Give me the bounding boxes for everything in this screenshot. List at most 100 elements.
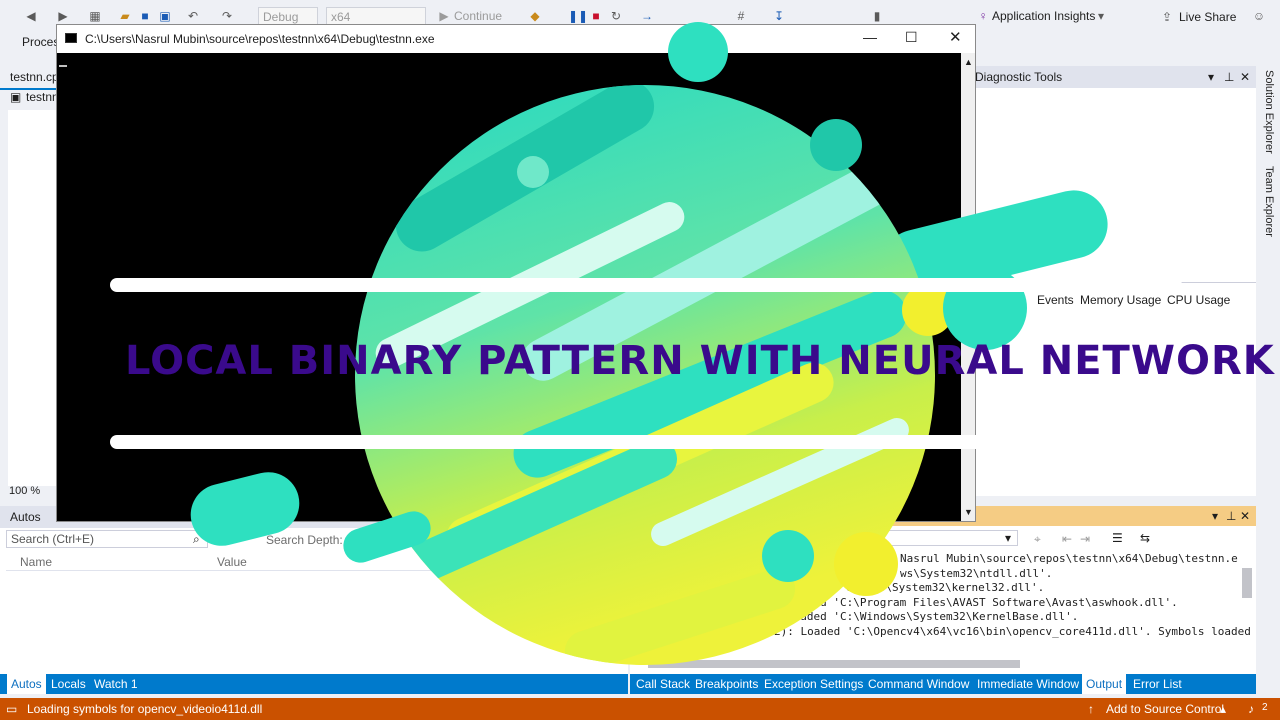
output-line: Nasrul Mubin\source\repos\testnn\x64\Deb… [900,552,1238,565]
output-panel: ▾ ⊥ ✕ ▾ ⌖ ⇤ ⇥ ☰ ⇆ Nasrul Mubin\source\re… [630,506,1256,674]
save-all-icon[interactable]: ▣ [158,9,172,23]
solution-explorer-tab[interactable]: Solution Explorer [1263,70,1275,154]
up-arrow-icon: ↑ [1088,702,1094,716]
console-output-area[interactable] [57,53,961,521]
maximize-icon[interactable]: ☐ [905,29,918,46]
tab-command-window[interactable]: Command Window [864,674,973,694]
app-insights-icon: ♀ [978,9,988,23]
search-placeholder: Search (Ctrl+E) [11,532,95,546]
autos-panel: Autos Search (Ctrl+E) ⌕ Search Depth: Na… [0,506,628,674]
chevron-down-icon[interactable]: ▾ [1094,9,1108,23]
search-icon[interactable]: ⌕ [193,532,200,547]
vertical-scrollbar[interactable] [1242,568,1252,598]
text-cursor [59,65,67,67]
tab-cpu-usage[interactable]: CPU Usage [1167,293,1230,307]
output-icon: ▭ [6,702,18,716]
stop-icon[interactable]: ■ [589,9,603,23]
notification-icon[interactable]: ♪ [1248,698,1254,720]
scroll-up-icon[interactable]: ▲ [964,57,973,67]
team-explorer-tab[interactable]: Team Explorer [1263,166,1275,237]
column-value[interactable]: Value [217,555,247,569]
diagnostic-tools-title: Diagnostic Tools [975,70,1063,84]
tab-error-list[interactable]: Error List [1129,674,1186,694]
minimize-icon[interactable]: — [863,29,877,45]
search-depth-label: Search Depth: [266,533,343,547]
word-wrap-icon[interactable]: ⇆ [1140,531,1150,545]
source-control-button[interactable]: Add to Source Control [1106,698,1224,720]
status-bar: ▭ Loading symbols for opencv_videoio411d… [0,698,1280,720]
zoom-level[interactable]: 100 % [9,482,40,500]
chevron-down-icon[interactable]: ▾ [1005,531,1011,545]
close-icon[interactable]: ✕ [1240,66,1250,88]
navigation-bar-item[interactable]: testnn [26,88,59,106]
save-icon[interactable]: ■ [138,9,152,23]
search-input[interactable]: Search (Ctrl+E) ⌕ [6,530,208,548]
clear-all-icon[interactable]: ☰ [1112,531,1123,545]
diagnostic-tools-panel: Diagnostic Tools ▾ ⊥ ✕ Events Memory Usa… [972,66,1256,496]
console-app-icon [65,33,77,43]
live-share-icon: ⇪ [1161,10,1173,24]
back-icon[interactable]: ◀ [24,9,38,23]
tab-testnn-cpp[interactable]: testnn.cp [10,68,59,86]
output-line: ws\System32\ntdll.dll'. [900,567,1053,580]
column-name[interactable]: Name [20,555,52,569]
open-icon[interactable]: ▰ [118,9,132,23]
tool-window-tabs: Autos Locals Watch 1 Call Stack Breakpoi… [0,674,1280,696]
close-icon[interactable]: ✕ [1240,509,1250,523]
output-line: Loaded 'C:\Windows\System32\KernelBase.d… [787,610,1079,623]
step-icon[interactable]: ↧ [772,9,786,23]
config-combo[interactable]: Debug [258,7,318,25]
find-icon[interactable]: ⌖ [1034,532,1041,547]
file-icon: ▣ [10,90,22,104]
pause-icon[interactable]: ❚❚ [568,9,588,23]
next-icon[interactable]: ⇥ [1080,532,1090,546]
tab-watch-1[interactable]: Watch 1 [90,674,142,694]
redo-icon[interactable]: ↷ [220,9,234,23]
console-window: C:\Users\Nasrul Mubin\source\repos\testn… [56,24,976,522]
tab-output[interactable]: Output [1082,674,1127,694]
app-insights-button[interactable]: Application Insights [992,9,1095,23]
diagnostic-tools-header: Diagnostic Tools ▾ ⊥ ✕ [972,66,1256,88]
dropdown-icon[interactable]: ▾ [1208,66,1214,88]
notification-count: 2 [1262,702,1268,713]
forward-icon[interactable]: ▶ [56,9,70,23]
output-line: Loaded 'C:\Program Files\AVAST Software\… [787,596,1178,609]
output-source-select[interactable]: ▾ [876,530,1018,546]
output-line: 2): Loaded 'C:\Opencv4\x64\vc16\bin\open… [774,625,1251,638]
console-scrollbar[interactable]: ▲ ▼ [961,53,975,521]
continue-button[interactable]: Continue [454,9,502,23]
prev-icon[interactable]: ⇤ [1062,532,1072,546]
divider [972,282,1256,283]
tab-locals[interactable]: Locals [47,674,90,694]
bookmark-icon[interactable]: ▮ [870,9,884,23]
tab-breakpoints[interactable]: Breakpoints [691,674,762,694]
tab-immediate-window[interactable]: Immediate Window [973,674,1083,694]
dropdown-icon[interactable]: ▾ [1212,509,1218,523]
tab-exception-settings[interactable]: Exception Settings [760,674,867,694]
new-project-icon[interactable]: ▦ [88,9,102,23]
console-titlebar[interactable]: C:\Users\Nasrul Mubin\source\repos\testn… [57,25,975,53]
output-line: 'C: ows\System32\kernel32.dll'. [839,581,1045,594]
hex-icon[interactable]: # [734,9,748,23]
live-share-button[interactable]: Live Share [1179,10,1236,24]
close-icon[interactable]: ✕ [949,28,962,46]
tab-events[interactable]: Events [1037,293,1074,307]
show-next-icon[interactable]: → [640,9,654,23]
chevron-up-icon[interactable]: ▴ [1220,698,1226,720]
pin-icon[interactable]: ⊥ [1226,509,1236,523]
tab-call-stack[interactable]: Call Stack [632,674,694,694]
scroll-down-icon[interactable]: ▼ [964,507,973,517]
editor-surface[interactable] [8,110,56,486]
restart-icon[interactable]: ↻ [609,9,623,23]
editor-area: testnn.cp ▣ testnn 100 % [0,66,60,506]
tab-memory-usage[interactable]: Memory Usage [1080,293,1161,307]
tab-autos[interactable]: Autos [7,674,46,694]
platform-combo[interactable]: x64 [326,7,426,25]
horizontal-scrollbar[interactable] [648,660,1020,668]
feedback-icon[interactable]: ☺ [1252,9,1266,23]
pin-icon[interactable]: ⊥ [1224,66,1234,88]
header-divider [6,570,624,571]
play-icon[interactable]: ▶ [437,9,451,23]
undo-icon[interactable]: ↶ [186,9,200,23]
attach-icon[interactable]: ◆ [528,9,542,23]
